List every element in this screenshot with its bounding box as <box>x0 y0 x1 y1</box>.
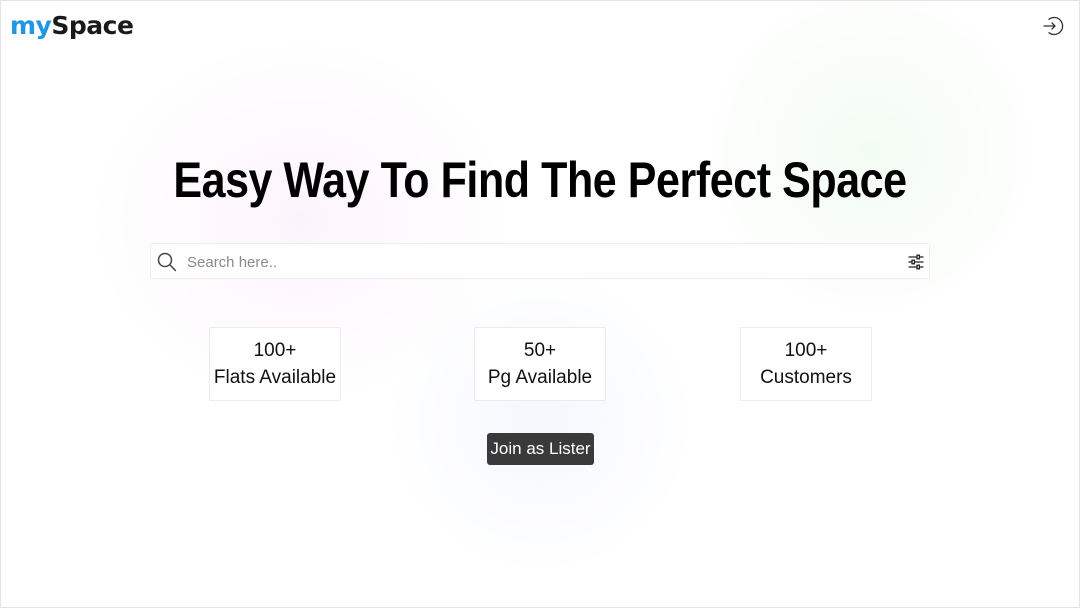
stat-card-pg: 50+ Pg Available <box>474 327 606 401</box>
stat-label: Pg Available <box>487 367 593 388</box>
stat-label: Customers <box>760 367 852 388</box>
stat-label: Flats Available <box>213 367 337 388</box>
join-as-lister-button[interactable]: Join as Lister <box>487 433 594 465</box>
stat-value: 100+ <box>784 340 828 361</box>
search-bar <box>150 243 930 279</box>
search-icon[interactable] <box>156 251 178 273</box>
stat-card-flats: 100+ Flats Available <box>209 327 341 401</box>
logo-part-my: my <box>10 11 52 40</box>
logout-icon[interactable] <box>1042 15 1064 37</box>
stat-value: 100+ <box>253 340 297 361</box>
hero-title: Easy Way To Find The Perfect Space <box>173 152 907 208</box>
filter-icon[interactable] <box>907 253 925 271</box>
stat-card-customers: 100+ Customers <box>740 327 872 401</box>
page-background <box>0 0 1080 608</box>
app-logo[interactable]: mySpace <box>10 9 134 43</box>
search-input[interactable] <box>187 248 887 276</box>
logo-part-space: Space <box>51 11 134 40</box>
stat-value: 50+ <box>523 340 557 361</box>
